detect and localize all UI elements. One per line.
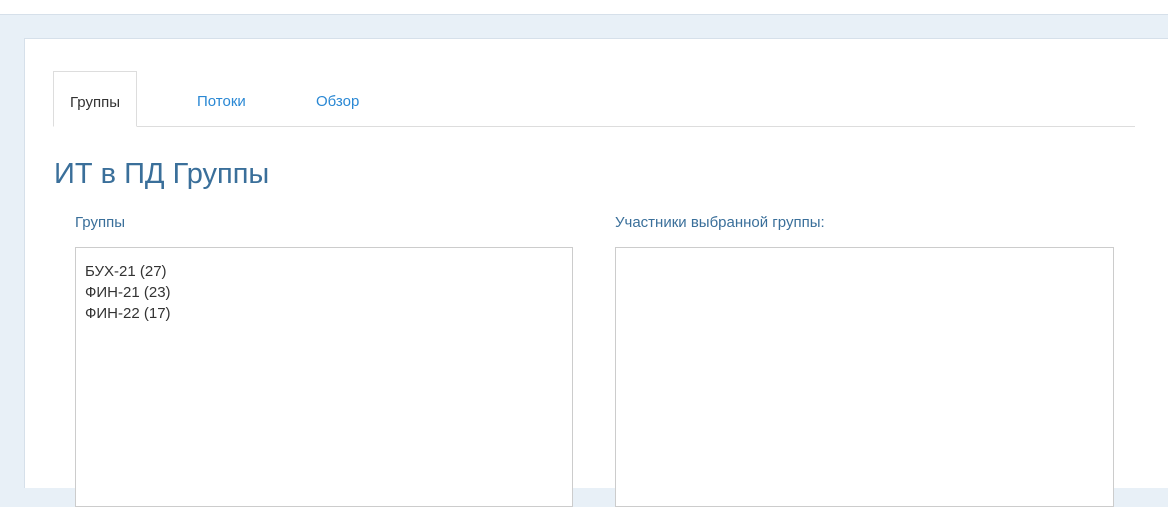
content-card: Группы Потоки Обзор ИТ в ПД Группы Групп… bbox=[24, 38, 1168, 507]
groups-label: Группы bbox=[75, 214, 125, 231]
groups-listbox[interactable]: БУХ-21 (27) ФИН-21 (23) ФИН-22 (17) bbox=[75, 247, 573, 507]
list-item[interactable]: ФИН-22 (17) bbox=[85, 303, 572, 324]
top-panel bbox=[0, 0, 1168, 15]
members-listbox[interactable] bbox=[615, 247, 1114, 507]
list-item[interactable]: БУХ-21 (27) bbox=[85, 261, 572, 282]
tab-groups[interactable]: Группы bbox=[53, 71, 137, 127]
tab-overview[interactable]: Обзор bbox=[316, 71, 359, 126]
tab-streams[interactable]: Потоки bbox=[197, 71, 246, 126]
tab-bar: Группы Потоки Обзор bbox=[53, 71, 1135, 127]
page-title: ИТ в ПД Группы bbox=[54, 158, 270, 190]
list-item[interactable]: ФИН-21 (23) bbox=[85, 282, 572, 303]
members-label: Участники выбранной группы: bbox=[615, 214, 825, 231]
